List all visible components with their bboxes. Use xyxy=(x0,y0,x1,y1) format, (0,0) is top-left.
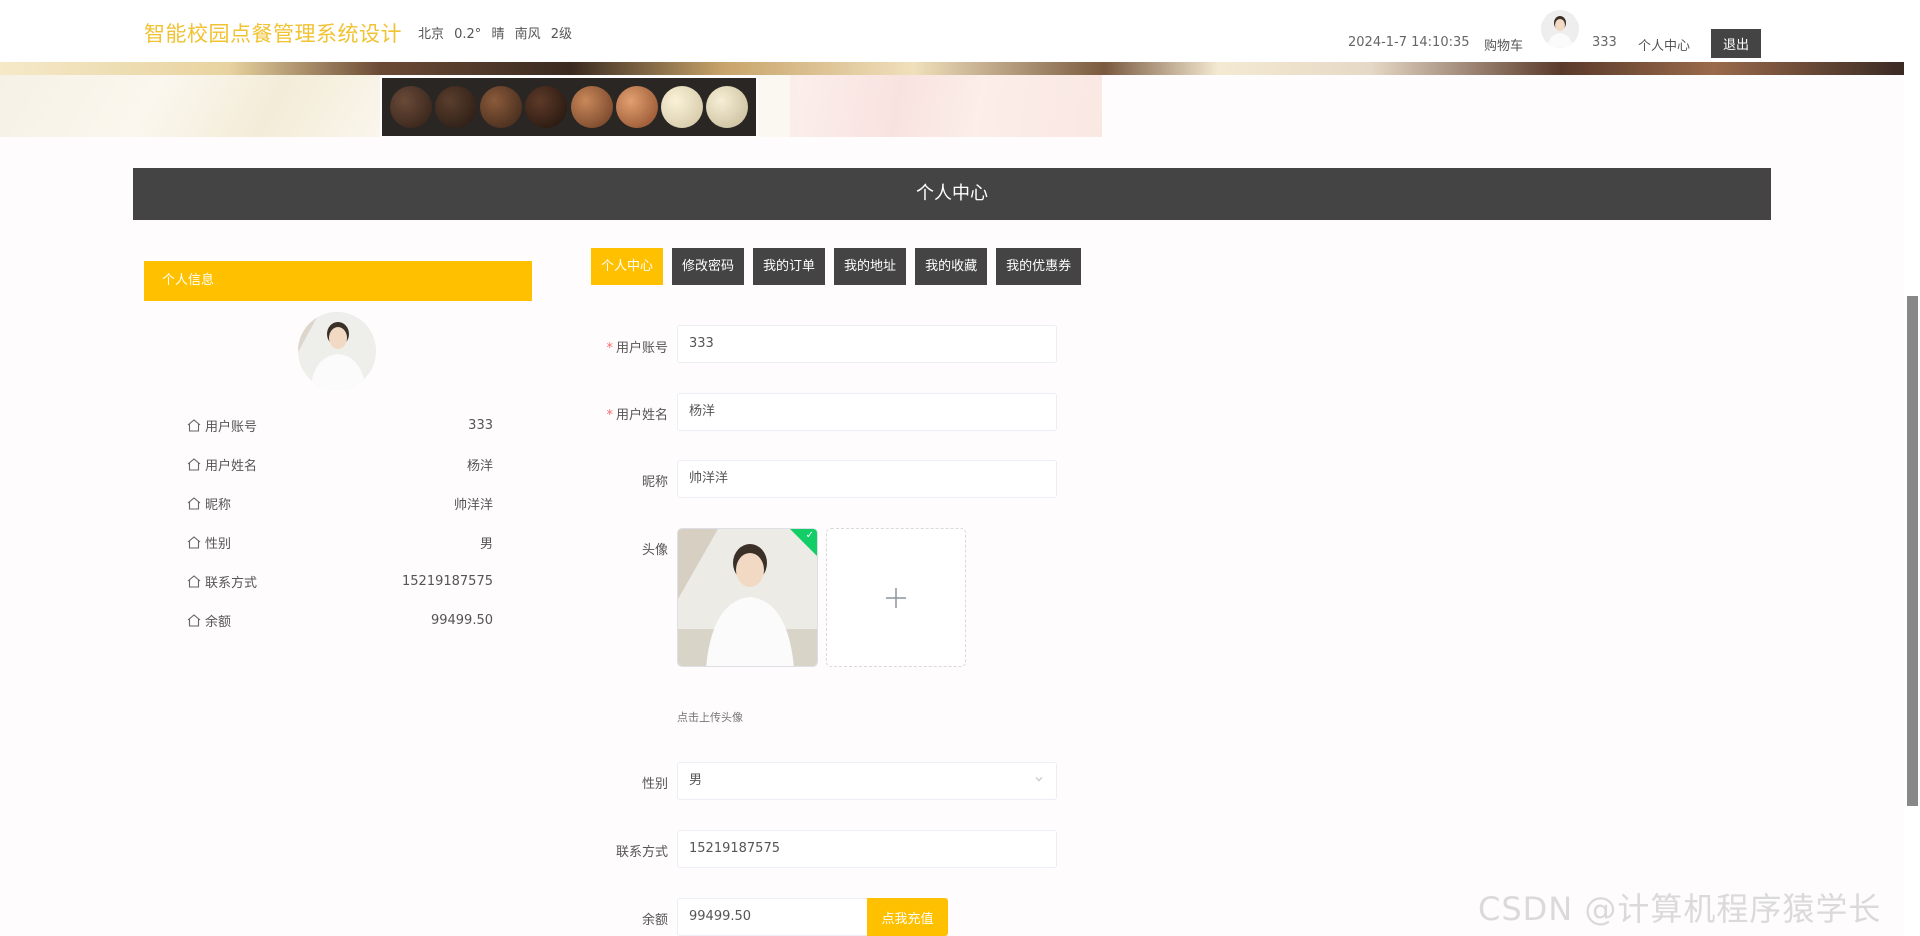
info-row-nickname: 昵称 帅洋洋 xyxy=(187,484,493,523)
personal-info-list: 用户账号 333 用户姓名 杨洋 昵称 帅洋洋 性别 男 联系方式 152191… xyxy=(187,406,493,640)
balance-label: 余额 xyxy=(641,913,668,928)
profile-avatar xyxy=(298,312,376,390)
home-icon xyxy=(187,536,201,549)
tab-personal-center[interactable]: 个人中心 xyxy=(591,248,664,285)
info-value: 男 xyxy=(479,537,493,552)
avatar-label: 头像 xyxy=(641,543,668,558)
info-row-account: 用户账号 333 xyxy=(187,406,493,445)
info-value: 333 xyxy=(468,418,493,433)
home-icon xyxy=(187,458,201,471)
logout-button[interactable]: 退出 xyxy=(1711,29,1761,58)
upload-button[interactable] xyxy=(826,528,966,667)
home-icon xyxy=(187,419,201,432)
home-icon xyxy=(187,497,201,510)
weather-info: 北京 0.2° 晴 南风 2级 xyxy=(418,27,572,42)
personal-info-heading: 个人信息 xyxy=(144,261,532,301)
info-value: 15219187575 xyxy=(402,574,493,589)
check-icon: ✓ xyxy=(805,530,814,541)
recharge-button[interactable]: 点我充值 xyxy=(867,898,948,936)
banner-image xyxy=(0,62,1904,137)
account-input[interactable]: 333 xyxy=(677,325,1057,363)
info-value: 99499.50 xyxy=(430,613,493,628)
account-label: * 用户账号 xyxy=(606,341,668,356)
home-icon xyxy=(187,614,201,627)
nickname-input[interactable]: 帅洋洋 xyxy=(677,460,1057,498)
watermark: CSDN @计算机程序猿学长 xyxy=(1478,890,1882,928)
info-row-balance: 余额 99499.50 xyxy=(187,601,493,640)
gender-select[interactable]: 男 xyxy=(677,762,1057,800)
info-row-name: 用户姓名 杨洋 xyxy=(187,445,493,484)
name-label: * 用户姓名 xyxy=(606,408,668,423)
home-icon xyxy=(187,575,201,588)
cart-link[interactable]: 购物车 xyxy=(1484,35,1523,54)
gender-label: 性别 xyxy=(641,777,668,792)
plus-icon xyxy=(886,587,906,608)
chevron-down-icon xyxy=(1035,777,1043,782)
tab-my-favorites[interactable]: 我的收藏 xyxy=(915,248,988,285)
tab-my-orders[interactable]: 我的订单 xyxy=(753,248,826,285)
profile-tabs: 个人中心 修改密码 我的订单 我的地址 我的收藏 我的优惠券 xyxy=(591,248,1090,285)
info-value: 杨洋 xyxy=(466,459,493,474)
info-row-gender: 性别 男 xyxy=(187,523,493,562)
tab-change-password[interactable]: 修改密码 xyxy=(672,248,745,285)
balance-input[interactable]: 99499.50 xyxy=(677,898,869,936)
datetime: 2024-1-7 14:10:35 xyxy=(1348,35,1470,50)
nickname-label: 昵称 xyxy=(641,475,668,490)
phone-label: 联系方式 xyxy=(615,845,668,860)
name-input[interactable]: 杨洋 xyxy=(677,393,1057,431)
site-title[interactable]: 智能校园点餐管理系统设计 xyxy=(144,18,402,48)
scrollbar-thumb[interactable] xyxy=(1907,296,1918,806)
info-row-phone: 联系方式 15219187575 xyxy=(187,562,493,601)
info-value: 帅洋洋 xyxy=(453,498,493,513)
username: 333 xyxy=(1592,35,1617,50)
section-title: 个人中心 xyxy=(133,168,1771,220)
uploaded-avatar[interactable]: ✓ xyxy=(677,528,818,667)
phone-input[interactable]: 15219187575 xyxy=(677,830,1057,868)
user-avatar[interactable] xyxy=(1541,10,1579,48)
upload-tip: 点击上传头像 xyxy=(677,711,743,724)
personal-center-link[interactable]: 个人中心 xyxy=(1638,35,1690,54)
chocolate-image xyxy=(382,78,756,136)
top-navbar: 智能校园点餐管理系统设计 北京 0.2° 晴 南风 2级 2024-1-7 14… xyxy=(0,0,1920,62)
tab-my-coupons[interactable]: 我的优惠券 xyxy=(996,248,1082,285)
tab-my-address[interactable]: 我的地址 xyxy=(834,248,907,285)
